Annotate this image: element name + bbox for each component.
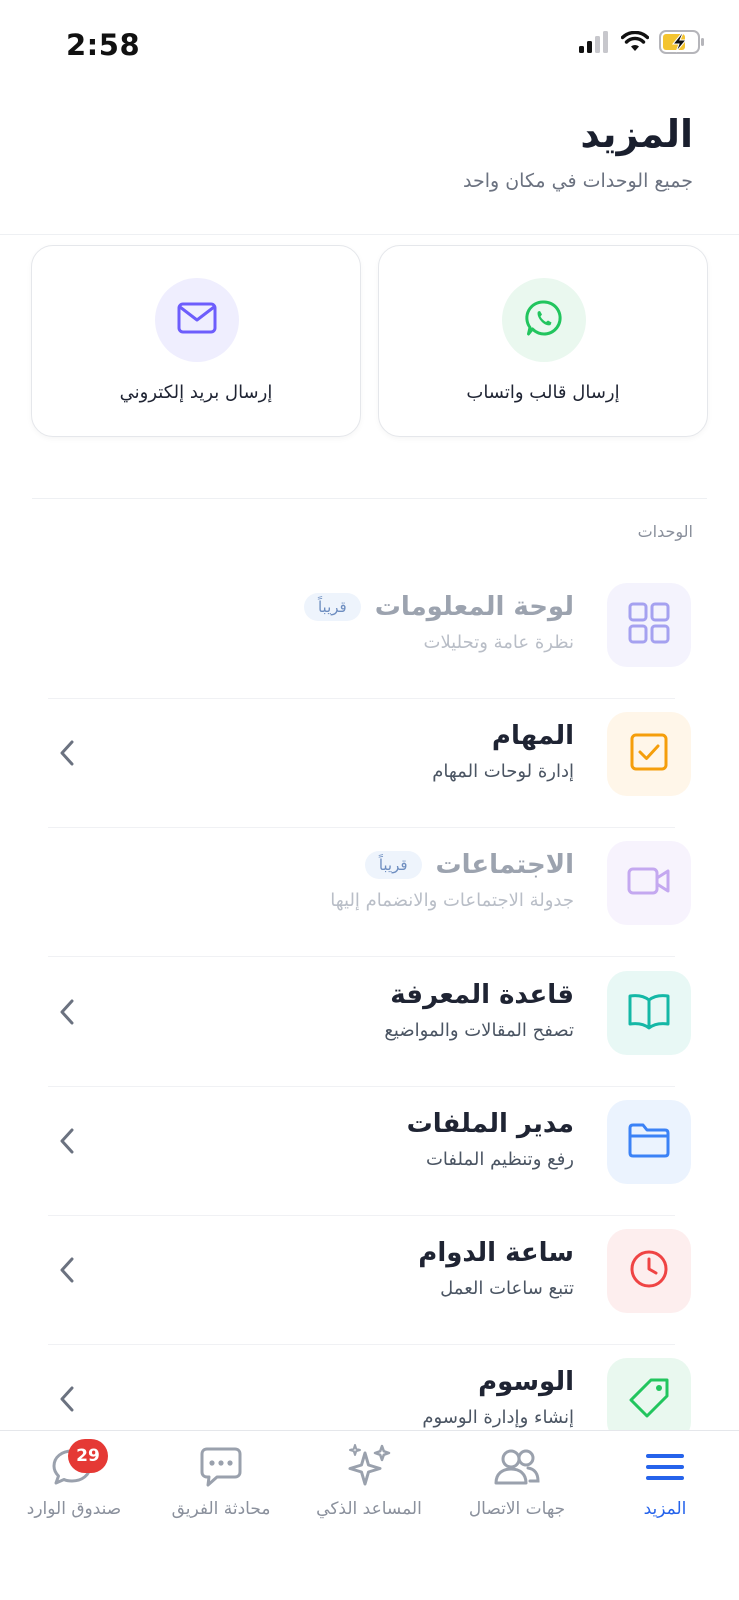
send-email-card[interactable]: إرسال بريد إلكتروني [31, 245, 361, 437]
module-title: ساعة الدوام [418, 1238, 574, 1268]
module-subtitle: تصفح المقالات والمواضيع [384, 1020, 574, 1041]
chevron-left-icon [54, 1128, 80, 1154]
module-texts: الوسوم إنشاء وإدارة الوسوم [422, 1367, 574, 1428]
clock-icon [629, 1249, 669, 1293]
module-title: لوحة المعلومات [374, 592, 574, 622]
module-icon-tile [607, 841, 691, 925]
module-subtitle: رفع وتنظيم الملفات [425, 1149, 574, 1170]
bottom-tab-bar: المزيد جهات الاتصال المساعد الذكي محادثة… [0, 1430, 739, 1600]
module-title: المهام [491, 721, 574, 751]
video-icon [627, 866, 671, 900]
tab-label: المزيد [643, 1499, 687, 1519]
module-item-file-manager[interactable]: مدير الملفات رفع وتنظيم الملفات [48, 1087, 691, 1216]
module-texts: المهام إدارة لوحات المهام [432, 721, 574, 782]
module-subtitle: تتبع ساعات العمل [440, 1278, 574, 1299]
menu-icon [645, 1452, 685, 1486]
cellular-signal-icon [579, 31, 611, 57]
coming-soon-badge: قريباً [364, 851, 422, 879]
chevron-left-icon [54, 1257, 80, 1283]
tab-label: صندوق الوارد [26, 1499, 122, 1519]
module-icon-tile [607, 1100, 691, 1184]
checkbox-icon [629, 732, 669, 776]
folder-icon [627, 1122, 671, 1162]
module-title: مدير الملفات [406, 1109, 574, 1139]
module-item-dashboard[interactable]: لوحة المعلومات قريباً نظرة عامة وتحليلات [48, 570, 691, 699]
sparkles-icon [345, 1443, 393, 1495]
send-whatsapp-template-card[interactable]: إرسال قالب واتساب [378, 245, 708, 437]
header-divider [0, 234, 739, 235]
row-divider [48, 956, 675, 957]
module-texts: ساعة الدوام تتبع ساعات العمل [418, 1238, 574, 1299]
module-icon-tile [607, 1358, 691, 1430]
tab-label: جهات الاتصال [468, 1499, 566, 1519]
module-subtitle: جدولة الاجتماعات والانضمام إليها [330, 890, 574, 911]
module-item-tags[interactable]: الوسوم إنشاء وإدارة الوسوم [48, 1345, 691, 1430]
tab-ai-assistant[interactable]: المساعد الذكي [295, 1443, 443, 1533]
module-texts: مدير الملفات رفع وتنظيم الملفات [407, 1109, 574, 1170]
module-item-knowledge-base[interactable]: قاعدة المعرفة تصفح المقالات والمواضيع [48, 958, 691, 1087]
section-label-modules: الوحدات [637, 522, 693, 541]
tab-more[interactable]: المزيد [591, 1443, 739, 1533]
chevron-left-icon [54, 1386, 80, 1412]
module-texts: قاعدة المعرفة تصفح المقالات والمواضيع [384, 980, 574, 1041]
tag-icon [627, 1376, 671, 1424]
coming-soon-badge: قريباً [303, 593, 361, 621]
page-title: المزيد [580, 112, 693, 156]
module-icon-tile [607, 1229, 691, 1313]
module-item-tasks[interactable]: المهام إدارة لوحات المهام [48, 699, 691, 828]
grid-icon [628, 602, 670, 648]
send-email-label: إرسال بريد إلكتروني [119, 382, 273, 403]
battery-charging-icon [659, 30, 705, 58]
section-divider [32, 498, 707, 499]
module-icon-tile [607, 583, 691, 667]
book-icon [627, 992, 671, 1034]
team-chat-icon [199, 1446, 243, 1492]
status-time: 2:58 [66, 28, 141, 62]
module-title: الاجتماعات [435, 850, 574, 880]
module-texts: لوحة المعلومات قريباً نظرة عامة وتحليلات [303, 592, 575, 653]
status-bar: 2:58 [0, 0, 739, 96]
wifi-icon [620, 30, 650, 57]
module-title: قاعدة المعرفة [390, 980, 574, 1010]
tab-label: المساعد الذكي [316, 1499, 422, 1519]
module-subtitle: نظرة عامة وتحليلات [423, 632, 575, 653]
unread-count-badge: 29 [68, 1439, 108, 1473]
whatsapp-icon [524, 298, 564, 342]
tab-inbox[interactable]: 29 صندوق الوارد [0, 1439, 148, 1533]
module-icon-tile [607, 971, 691, 1055]
module-subtitle: إنشاء وإدارة الوسوم [422, 1407, 574, 1428]
mail-icon-circle [155, 278, 239, 362]
whatsapp-icon-circle [502, 278, 586, 362]
status-icons [579, 30, 705, 58]
tab-contacts[interactable]: جهات الاتصال [443, 1443, 591, 1533]
page-header: المزيد جميع الوحدات في مكان واحد [463, 112, 693, 192]
module-subtitle: إدارة لوحات المهام [432, 761, 574, 782]
chevron-left-icon [54, 740, 80, 766]
module-item-meetings[interactable]: الاجتماعات قريباً جدولة الاجتماعات والان… [48, 828, 691, 957]
mail-icon [177, 302, 217, 338]
module-item-time-clock[interactable]: ساعة الدوام تتبع ساعات العمل [48, 1216, 691, 1345]
page-subtitle: جميع الوحدات في مكان واحد [462, 170, 693, 192]
contacts-icon [493, 1447, 541, 1491]
chevron-left-icon [54, 999, 80, 1025]
tab-label: محادثة الفريق [171, 1499, 271, 1519]
module-texts: الاجتماعات قريباً جدولة الاجتماعات والان… [330, 850, 574, 911]
module-icon-tile [607, 712, 691, 796]
module-title: الوسوم [478, 1367, 574, 1397]
tab-team-chat[interactable]: محادثة الفريق [147, 1443, 295, 1533]
send-whatsapp-template-label: إرسال قالب واتساب [466, 382, 620, 403]
